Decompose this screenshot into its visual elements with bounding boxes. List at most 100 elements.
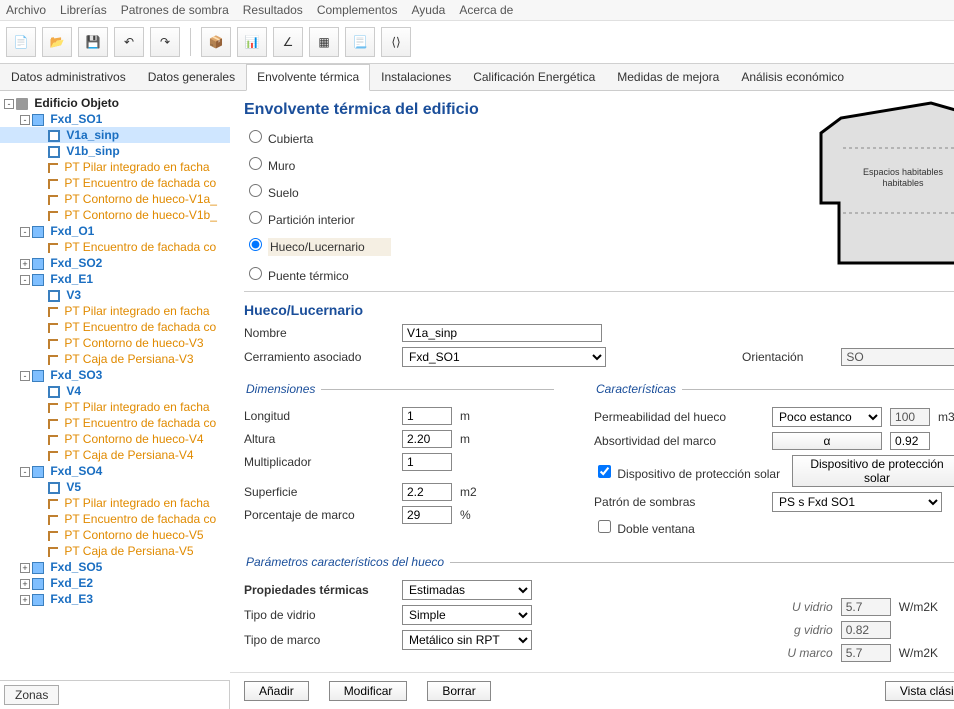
vista-clasica-button[interactable]: Vista clásica: [885, 681, 954, 701]
tree-item[interactable]: - Fxd_E1: [0, 271, 230, 287]
pt-icon: [48, 403, 58, 413]
heat-icon[interactable]: ▦: [309, 27, 339, 57]
redo-icon[interactable]: ↷: [150, 27, 180, 57]
propiedades-label: Propiedades térmicas: [244, 583, 394, 597]
tab-2[interactable]: Envolvente térmica: [246, 64, 370, 91]
permeabilidad-unit: m3/hm2: [938, 410, 954, 424]
menu-resultados[interactable]: Resultados: [243, 3, 303, 17]
menu-ayuda[interactable]: Ayuda: [412, 3, 446, 17]
facade-icon: [32, 258, 44, 270]
tree-item[interactable]: + PT Contorno de hueco-V1a_: [0, 191, 230, 207]
tree-item[interactable]: - Edificio Objeto: [0, 95, 230, 111]
tree-item[interactable]: + PT Caja de Persiana-V3: [0, 351, 230, 367]
tree-item[interactable]: + PT Pilar integrado en facha: [0, 495, 230, 511]
altura-input[interactable]: [402, 430, 452, 448]
dispositivo-button[interactable]: Dispositivo de protección solar: [792, 455, 954, 487]
menu-complementos[interactable]: Complementos: [317, 3, 398, 17]
multiplicador-input[interactable]: [402, 453, 452, 471]
tree-item[interactable]: + V1b_sinp: [0, 143, 230, 159]
tree-item[interactable]: + V3: [0, 287, 230, 303]
tree-item[interactable]: + PT Encuentro de fachada co: [0, 319, 230, 335]
anadir-button[interactable]: Añadir: [244, 681, 309, 701]
tree-item[interactable]: + PT Contorno de hueco-V5: [0, 527, 230, 543]
tab-1[interactable]: Datos generales: [137, 64, 246, 90]
pt-icon: [48, 419, 58, 429]
porcentaje-marco-input[interactable]: [402, 506, 452, 524]
open-icon[interactable]: 📂: [42, 27, 72, 57]
tree-item[interactable]: - Fxd_SO3: [0, 367, 230, 383]
tipo-vidrio-select[interactable]: Simple: [402, 605, 532, 625]
undo-icon[interactable]: ↶: [114, 27, 144, 57]
tree-item[interactable]: + PT Pilar integrado en facha: [0, 399, 230, 415]
opening-icon: [48, 386, 60, 398]
pt-icon: [48, 339, 58, 349]
tree-item[interactable]: + PT Caja de Persiana-V5: [0, 543, 230, 559]
tree-item[interactable]: + V4: [0, 383, 230, 399]
footer-buttons: Añadir Modificar Borrar Vista clásica: [230, 672, 954, 709]
xml-icon[interactable]: ⟨⟩: [381, 27, 411, 57]
absortividad-button[interactable]: α: [772, 432, 882, 450]
propiedades-select[interactable]: Estimadas: [402, 580, 532, 600]
tree-item[interactable]: + Fxd_E2: [0, 575, 230, 591]
tree-item[interactable]: - Fxd_SO1: [0, 111, 230, 127]
save-icon[interactable]: 💾: [78, 27, 108, 57]
doc-icon[interactable]: 📃: [345, 27, 375, 57]
menu-archivo[interactable]: Archivo: [6, 3, 46, 17]
zones-tab[interactable]: Zonas: [4, 685, 59, 705]
tree-item[interactable]: + Fxd_SO5: [0, 559, 230, 575]
facade-icon: [32, 370, 44, 382]
export-icon[interactable]: 📦: [201, 27, 231, 57]
tab-4[interactable]: Calificación Energética: [462, 64, 606, 90]
modificar-button[interactable]: Modificar: [329, 681, 408, 701]
dispositivo-checkbox-label[interactable]: Dispositivo de protección solar: [594, 462, 784, 481]
superficie-input[interactable]: [402, 483, 452, 501]
tree-item[interactable]: + V1a_sinp: [0, 127, 230, 143]
permeabilidad-select[interactable]: Poco estanco: [772, 407, 882, 427]
content-panel: Espacios habitables habitables Envolvent…: [230, 91, 954, 672]
tree-item[interactable]: + PT Contorno de hueco-V1b_: [0, 207, 230, 223]
building-icon: [16, 98, 28, 110]
menu-patrones de sombra[interactable]: Patrones de sombra: [121, 3, 229, 17]
borrar-button[interactable]: Borrar: [427, 681, 490, 701]
tipo-marco-select[interactable]: Metálico sin RPT: [402, 630, 532, 650]
tree-item[interactable]: + Fxd_SO2: [0, 255, 230, 271]
angle-icon[interactable]: ∠: [273, 27, 303, 57]
tipo-marco-label: Tipo de marco: [244, 633, 394, 647]
tab-3[interactable]: Instalaciones: [370, 64, 462, 90]
tree-item[interactable]: + PT Contorno de hueco-V4: [0, 431, 230, 447]
tree-item[interactable]: + PT Encuentro de fachada co: [0, 175, 230, 191]
tree-item[interactable]: + PT Contorno de hueco-V3: [0, 335, 230, 351]
tree-item[interactable]: + PT Encuentro de fachada co: [0, 239, 230, 255]
tree-item[interactable]: + PT Encuentro de fachada co: [0, 415, 230, 431]
new-icon[interactable]: 📄: [6, 27, 36, 57]
energy-icon[interactable]: 📊: [237, 27, 267, 57]
doble-ventana-label[interactable]: Doble ventana: [594, 517, 695, 536]
nombre-input[interactable]: [402, 324, 602, 342]
absortividad-input[interactable]: [890, 432, 930, 450]
menu-librerías[interactable]: Librerías: [60, 3, 107, 17]
tab-6[interactable]: Análisis económico: [730, 64, 855, 90]
pt-icon: [48, 195, 58, 205]
tree-item[interactable]: + PT Encuentro de fachada co: [0, 511, 230, 527]
tab-5[interactable]: Medidas de mejora: [606, 64, 730, 90]
tree-item[interactable]: + Fxd_E3: [0, 591, 230, 607]
tab-0[interactable]: Datos administrativos: [0, 64, 137, 90]
patron-select[interactable]: PS s Fxd SO1: [772, 492, 942, 512]
pt-icon: [48, 355, 58, 365]
tree-item[interactable]: + PT Caja de Persiana-V4: [0, 447, 230, 463]
tree-item[interactable]: + PT Pilar integrado en facha: [0, 303, 230, 319]
u-vidrio-field: [841, 598, 891, 616]
cerramiento-select[interactable]: Fxd_SO1: [402, 347, 606, 367]
doble-ventana-checkbox[interactable]: [598, 520, 611, 533]
tree-item[interactable]: + V5: [0, 479, 230, 495]
tree-item[interactable]: - Fxd_SO4: [0, 463, 230, 479]
tree-item[interactable]: + PT Pilar integrado en facha: [0, 159, 230, 175]
longitud-input[interactable]: [402, 407, 452, 425]
tree-item[interactable]: - Fxd_O1: [0, 223, 230, 239]
u-marco-unit: W/m2K: [899, 646, 938, 660]
dispositivo-checkbox[interactable]: [598, 465, 611, 478]
pt-icon: [48, 179, 58, 189]
pt-icon: [48, 211, 58, 221]
menu-acerca de[interactable]: Acerca de: [459, 3, 513, 17]
pt-icon: [48, 435, 58, 445]
